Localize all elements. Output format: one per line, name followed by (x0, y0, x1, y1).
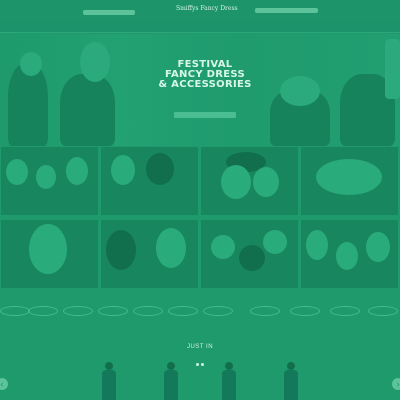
just-in-title: JUST IN (186, 344, 214, 350)
hero-title: FESTIVAL FANCY DRESS & ACCESSORIES (158, 59, 252, 90)
product-image (167, 362, 175, 370)
category-image (253, 167, 279, 197)
brand-logo[interactable] (63, 306, 93, 316)
product-image (164, 370, 178, 400)
hero-shop-button[interactable] (174, 112, 236, 118)
product-card[interactable] (98, 362, 120, 400)
category-image (366, 232, 390, 262)
category-tile[interactable] (301, 147, 398, 215)
category-image (221, 165, 251, 199)
brand-logo[interactable] (168, 306, 198, 316)
category-image (66, 157, 88, 185)
brand-logo[interactable] (28, 306, 58, 316)
brand-logo[interactable] (290, 306, 320, 316)
category-tile[interactable] (101, 220, 198, 288)
product-image (284, 370, 298, 400)
header-search-input[interactable] (83, 10, 135, 15)
category-image (239, 245, 265, 271)
category-image (111, 155, 135, 185)
hero-person-image (60, 74, 115, 146)
brand-logo[interactable] (98, 306, 128, 316)
category-image (211, 235, 235, 259)
category-tile[interactable] (101, 147, 198, 215)
site-logo[interactable]: Smiffys Fancy Dress (176, 5, 238, 12)
chevron-left-icon[interactable]: ‹ (0, 378, 8, 390)
product-image (287, 362, 295, 370)
category-image (146, 153, 174, 185)
brand-logo[interactable] (203, 306, 233, 316)
just-in-divider (196, 353, 206, 366)
product-card[interactable] (280, 362, 302, 400)
category-grid (0, 147, 400, 293)
main-nav (0, 22, 400, 33)
brand-logo[interactable] (133, 306, 163, 316)
hero-banner[interactable]: FESTIVAL FANCY DRESS & ACCESSORIES (0, 34, 400, 146)
category-image (6, 159, 28, 185)
hero-person-image (80, 42, 110, 82)
product-card[interactable] (160, 362, 182, 400)
category-image (316, 159, 382, 195)
brand-logo[interactable] (250, 306, 280, 316)
hero-decoration-image (385, 39, 400, 99)
category-image (36, 165, 56, 189)
category-image (306, 230, 328, 260)
product-image (222, 370, 236, 400)
chevron-right-icon[interactable]: › (392, 378, 400, 390)
category-tile[interactable] (1, 147, 98, 215)
category-tile[interactable] (201, 220, 298, 288)
header-account-bar[interactable] (255, 8, 318, 13)
hero-headpiece-image (20, 52, 42, 76)
hero-person-image (8, 64, 48, 146)
brand-logo[interactable] (0, 306, 30, 316)
product-image (225, 362, 233, 370)
category-tile[interactable] (1, 220, 98, 288)
brand-logo[interactable] (330, 306, 360, 316)
category-tile[interactable] (201, 147, 298, 215)
category-image (156, 228, 186, 268)
brand-logo[interactable] (368, 306, 398, 316)
category-image (263, 230, 287, 254)
category-tile[interactable] (301, 220, 398, 288)
category-image (106, 230, 136, 270)
product-image (102, 370, 116, 400)
product-image (105, 362, 113, 370)
product-card[interactable] (218, 362, 240, 400)
category-image (336, 242, 358, 270)
category-image (29, 224, 67, 274)
hero-mask-image (280, 76, 320, 106)
